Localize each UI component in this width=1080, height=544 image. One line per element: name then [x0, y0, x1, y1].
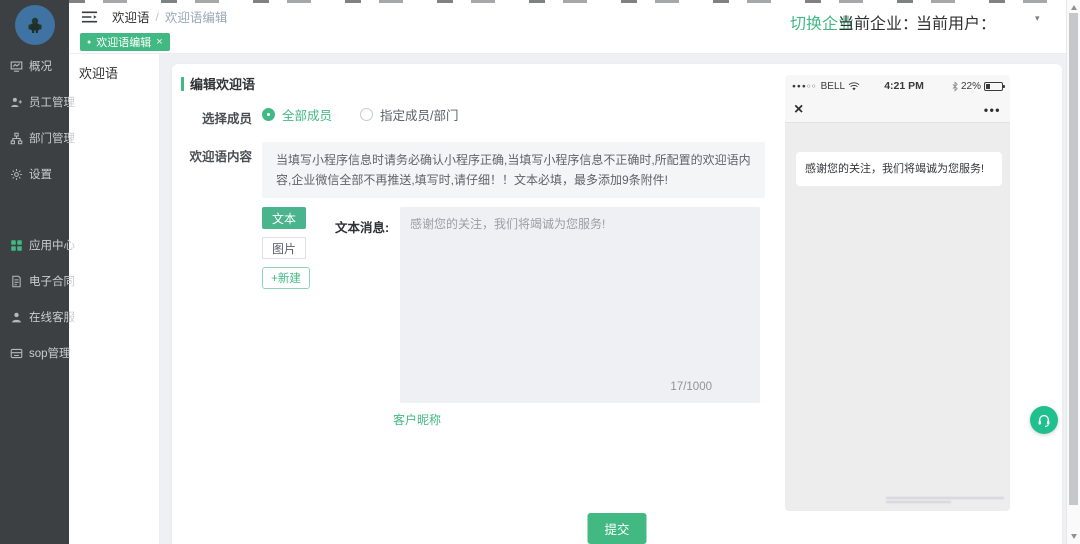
member-select-label: 选择成员 [172, 108, 252, 127]
scrollbar-thumb[interactable] [1069, 13, 1078, 505]
title-accent-bar [181, 77, 184, 91]
add-new-button[interactable]: +新建 [262, 267, 310, 289]
view-tab-bar: ● 欢迎语编辑 × [69, 30, 1066, 54]
radio-specified-members-label[interactable]: 指定成员/部门 [380, 105, 458, 124]
sidebar-item-overview[interactable]: 概况 [0, 48, 69, 84]
tab-close-icon[interactable]: × [156, 36, 162, 48]
tab-text[interactable]: 文本 [262, 207, 306, 229]
sidebar: 概况 员工管理 部门管理 设置 应用中心 电子合同 [0, 0, 69, 544]
app-center-icon [10, 239, 23, 252]
sidebar-item-app-center[interactable]: 应用中心 [0, 227, 69, 263]
welcome-message-bubble: 感谢您的关注，我们将竭诚为您服务! [796, 152, 1002, 186]
phone-more-icon[interactable]: ••• [984, 103, 1001, 117]
app-root: 概况 员工管理 部门管理 设置 应用中心 电子合同 [0, 0, 1080, 544]
member-radio-group: 全部成员 指定成员/部门 [262, 105, 459, 124]
sidebar-item-label: 概况 [29, 58, 52, 74]
breadcrumb-current: 欢迎语编辑 [165, 7, 228, 26]
message-textarea[interactable]: 感谢您的关注，我们将竭诚为您服务! [400, 207, 760, 403]
battery-percent: 22% [961, 81, 981, 92]
department-management-icon [10, 132, 23, 145]
sidebar-item-label: 在线客服 [29, 309, 75, 325]
radio-specified-members[interactable] [360, 108, 373, 121]
customer-nickname-link[interactable]: 客户昵称 [393, 411, 441, 428]
company-logo[interactable] [15, 5, 55, 45]
attachment-tabs: 文本 图片 +新建 [262, 207, 312, 289]
sidebar-item-label: 设置 [29, 166, 52, 182]
settings-icon [10, 168, 23, 181]
overview-icon [10, 60, 23, 73]
breadcrumb-root[interactable]: 欢迎语 [112, 7, 150, 26]
sidebar-item-department[interactable]: 部门管理 [0, 120, 69, 156]
customer-service-fab[interactable] [1030, 406, 1058, 434]
bluetooth-icon [952, 81, 958, 92]
battery-icon [984, 82, 1003, 91]
headset-icon [1036, 412, 1052, 428]
sidebar-item-staff[interactable]: 员工管理 [0, 84, 69, 120]
phone-nav-bar: × ••• [785, 97, 1010, 123]
radio-all-members[interactable] [262, 108, 275, 121]
tab-label: 欢迎语编辑 [96, 34, 151, 50]
sidebar-item-label: 员工管理 [29, 94, 75, 110]
breadcrumb-separator: / [156, 10, 159, 24]
faint-watermark [886, 497, 1004, 509]
user-menu-caret-icon[interactable]: ▾ [1035, 13, 1040, 24]
header: 欢迎语 / 欢迎语编辑 切换企业 当前企业： 当前用户： ▾ [69, 3, 1066, 30]
staff-management-icon [10, 96, 23, 109]
mascot-icon [25, 15, 45, 35]
subnav-item-welcome[interactable]: 欢迎语 [69, 54, 159, 82]
section-title-text: 编辑欢迎语 [190, 74, 255, 93]
collapse-menu-icon[interactable] [81, 10, 98, 24]
sidebar-item-label: 电子合同 [29, 273, 75, 289]
char-counter: 17/1000 [670, 381, 712, 393]
sidebar-item-sop[interactable]: sop管理 [0, 335, 69, 371]
phone-status-bar: ●●●○○ BELL 4:21 PM 22% [785, 75, 1010, 97]
sidebar-item-e-contract[interactable]: 电子合同 [0, 263, 69, 299]
signal-dots-icon: ●●●○○ [792, 83, 817, 90]
sidebar-item-label: sop管理 [29, 345, 71, 361]
e-contract-icon [10, 275, 23, 288]
page-scrollbar[interactable] [1066, 0, 1080, 544]
secondary-sidebar: 欢迎语 [69, 54, 160, 544]
scrollbar-down-icon[interactable] [1071, 534, 1077, 539]
notice-box: 当填写小程序信息时请务必确认小程序正确,当填写小程序信息不正确时,所配置的欢迎语… [262, 142, 765, 198]
section-title: 编辑欢迎语 [181, 74, 255, 93]
welcome-content-label: 欢迎语内容 [172, 146, 252, 165]
phone-time: 4:21 PM [856, 80, 952, 92]
text-message-label: 文本消息: [335, 217, 389, 236]
submit-button[interactable]: 提交 [587, 513, 646, 544]
tab-active-dot-icon: ● [87, 39, 91, 46]
tab-image[interactable]: 图片 [262, 237, 306, 259]
scrollbar-up-icon[interactable] [1071, 5, 1077, 10]
sop-management-icon [10, 347, 23, 360]
radio-all-members-label[interactable]: 全部成员 [282, 105, 332, 124]
edit-welcome-card: 编辑欢迎语 选择成员 全部成员 指定成员/部门 欢迎语内容 当填写小程序信息时请… [172, 64, 1062, 544]
phone-chat-area: 感谢您的关注，我们将竭诚为您服务! [785, 123, 1010, 511]
sidebar-item-online-service[interactable]: 在线客服 [0, 299, 69, 335]
carrier-label: BELL [821, 81, 845, 92]
phone-status-right: 22% [952, 81, 1003, 92]
tab-welcome-edit[interactable]: ● 欢迎语编辑 × [80, 33, 170, 51]
sidebar-item-label: 应用中心 [29, 237, 75, 253]
sidebar-item-settings[interactable]: 设置 [0, 156, 69, 192]
phone-preview: ●●●○○ BELL 4:21 PM 22% × ••• 感谢您的关注，我们将竭… [785, 75, 1010, 511]
message-textarea-wrap: 感谢您的关注，我们将竭诚为您服务! 17/1000 [400, 207, 760, 403]
phone-close-icon[interactable]: × [794, 102, 803, 118]
online-service-icon [10, 311, 23, 324]
sidebar-item-label: 部门管理 [29, 130, 75, 146]
